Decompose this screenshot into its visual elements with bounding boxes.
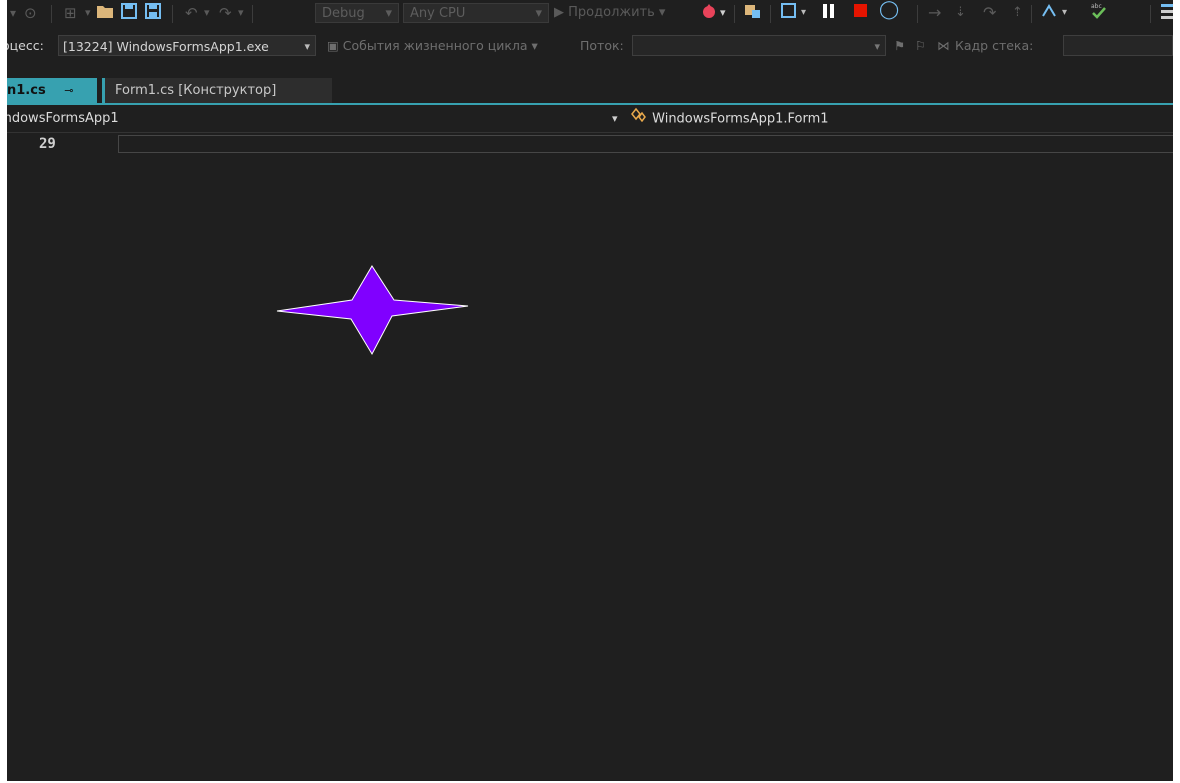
star-polygon bbox=[276, 265, 469, 356]
standard-toolbar: ▾ ⊙ ⊞ ▾ ↶ ▾ ↷ ▾ Debug ▾ Any CPU ▾ ▶ Прод… bbox=[7, 0, 1175, 30]
dropdown-arrow-icon[interactable]: ▾ bbox=[204, 3, 210, 23]
process-label: оцесс: bbox=[2, 38, 44, 53]
open-file-icon[interactable] bbox=[96, 2, 114, 22]
screen-edge-right bbox=[1173, 0, 1180, 783]
project-name: indowsFormsApp1 bbox=[0, 111, 119, 126]
flag-icon[interactable]: ⚑ bbox=[894, 35, 905, 56]
screen-edge-left bbox=[0, 0, 7, 783]
overflow-icon[interactable]: ▾ bbox=[801, 3, 806, 23]
continue-label: Продолжить bbox=[568, 5, 655, 20]
stack-label: Кадр стека: bbox=[955, 38, 1034, 53]
step-frame-icon[interactable] bbox=[780, 2, 798, 22]
hot-reload-icon[interactable] bbox=[700, 2, 718, 22]
pin-icon[interactable]: ⊸ bbox=[64, 84, 73, 97]
continue-button[interactable]: ▶ Продолжить ▾ bbox=[554, 3, 665, 23]
toolbar-separator bbox=[770, 5, 771, 23]
class-name: WindowsFormsApp1.Form1 bbox=[652, 111, 829, 127]
toolbar-separator bbox=[252, 5, 253, 23]
toolbar-separator bbox=[1031, 5, 1032, 23]
project-dropdown[interactable]: indowsFormsApp1 bbox=[0, 106, 620, 132]
tab-label: n1.cs bbox=[7, 83, 46, 98]
lifecycle-icon: ▣ bbox=[327, 38, 339, 53]
tab-label: Form1.cs [Конструктор] bbox=[115, 83, 277, 98]
line-number: 29 bbox=[39, 136, 56, 152]
dropdown-arrow-icon[interactable]: ▾ bbox=[10, 3, 16, 23]
step-over-icon[interactable]: ↷ bbox=[983, 3, 996, 23]
show-next-statement-icon[interactable]: → bbox=[928, 3, 941, 23]
current-line-highlight bbox=[118, 135, 1173, 153]
editor-area[interactable]: 29 bbox=[7, 133, 1173, 781]
toolbar-separator bbox=[734, 5, 735, 23]
configuration-combo[interactable]: Debug ▾ bbox=[315, 3, 399, 23]
chevron-down-icon: ▾ bbox=[385, 6, 392, 21]
chevron-down-icon: ▾ bbox=[874, 40, 880, 53]
lifecycle-label: События жизненного цикла bbox=[342, 38, 528, 53]
stack-frame-icon[interactable]: ⋈ bbox=[937, 35, 950, 56]
step-into-icon[interactable]: ⇣ bbox=[955, 3, 966, 23]
process-value: [13224] WindowsFormsApp1.exe bbox=[63, 39, 269, 54]
chevron-down-icon: ▾ bbox=[658, 5, 666, 20]
dropdown-arrow-icon[interactable]: ▾ bbox=[720, 3, 726, 23]
class-dropdown[interactable]: WindowsFormsApp1.Form1 bbox=[630, 106, 829, 132]
toolbar-separator bbox=[917, 5, 918, 23]
save-icon[interactable] bbox=[120, 2, 138, 22]
new-project-icon[interactable]: ⊞ bbox=[64, 3, 77, 23]
undo-icon[interactable]: ↶ bbox=[185, 3, 198, 23]
platform-value: Any CPU bbox=[410, 6, 466, 21]
configuration-value: Debug bbox=[322, 6, 365, 21]
thread-label: Поток: bbox=[580, 38, 624, 53]
pause-icon[interactable] bbox=[822, 3, 836, 23]
lifecycle-events-button[interactable]: ▣ События жизненного цикла ▾ bbox=[327, 35, 538, 56]
chevron-down-icon: ▾ bbox=[531, 38, 538, 53]
tab-form1-designer[interactable]: Form1.cs [Конструктор] bbox=[102, 78, 332, 103]
toolbar-separator bbox=[51, 5, 52, 23]
stack-frame-combo[interactable] bbox=[1063, 35, 1173, 56]
diagnostics-icon[interactable] bbox=[1040, 2, 1058, 22]
document-tab-well: n1.cs ⊸ Form1.cs [Конструктор] bbox=[0, 76, 1173, 105]
tab-form1-cs[interactable]: n1.cs ⊸ bbox=[7, 78, 97, 103]
dropdown-arrow-icon[interactable]: ▾ bbox=[238, 3, 244, 23]
redo-icon[interactable]: ↷ bbox=[219, 3, 232, 23]
platform-combo[interactable]: Any CPU ▾ bbox=[403, 3, 549, 23]
toolbar-separator bbox=[172, 5, 173, 23]
chevron-down-icon[interactable]: ▾ bbox=[612, 106, 618, 132]
flag-threads-icon[interactable]: ⚐ bbox=[915, 35, 926, 56]
debug-location-toolbar: оцесс: [13224] WindowsFormsApp1.exe ▾ ▣ … bbox=[0, 30, 1173, 60]
process-combo[interactable]: [13224] WindowsFormsApp1.exe ▾ bbox=[58, 35, 316, 56]
visual-studio-window: ▾ ⊙ ⊞ ▾ ↶ ▾ ↷ ▾ Debug ▾ Any CPU ▾ ▶ Прод… bbox=[0, 0, 1180, 783]
play-icon: ▶ bbox=[554, 5, 564, 20]
spell-check-icon[interactable]: abc bbox=[1089, 1, 1109, 21]
chevron-down-icon: ▾ bbox=[535, 6, 542, 21]
overflow-icon[interactable]: ▾ bbox=[1062, 3, 1067, 23]
step-out-icon[interactable]: ⇡ bbox=[1012, 3, 1023, 23]
class-icon bbox=[630, 106, 648, 132]
svg-text:abc: abc bbox=[1091, 3, 1102, 10]
toolbar-separator bbox=[1150, 5, 1151, 23]
stop-icon[interactable] bbox=[853, 3, 869, 23]
navigation-bar: indowsFormsApp1 ▾ WindowsFormsApp1.Form1 bbox=[0, 106, 1173, 133]
dropdown-arrow-icon[interactable]: ▾ bbox=[85, 3, 91, 23]
browser-link-icon[interactable] bbox=[744, 2, 762, 22]
save-all-icon[interactable] bbox=[144, 2, 162, 22]
chevron-down-icon: ▾ bbox=[304, 40, 310, 53]
forward-nav-icon[interactable]: ⊙ bbox=[24, 3, 37, 23]
thread-combo[interactable]: ▾ bbox=[632, 35, 886, 56]
restart-icon[interactable]: ◯ bbox=[879, 0, 899, 20]
star-shape bbox=[276, 265, 469, 356]
